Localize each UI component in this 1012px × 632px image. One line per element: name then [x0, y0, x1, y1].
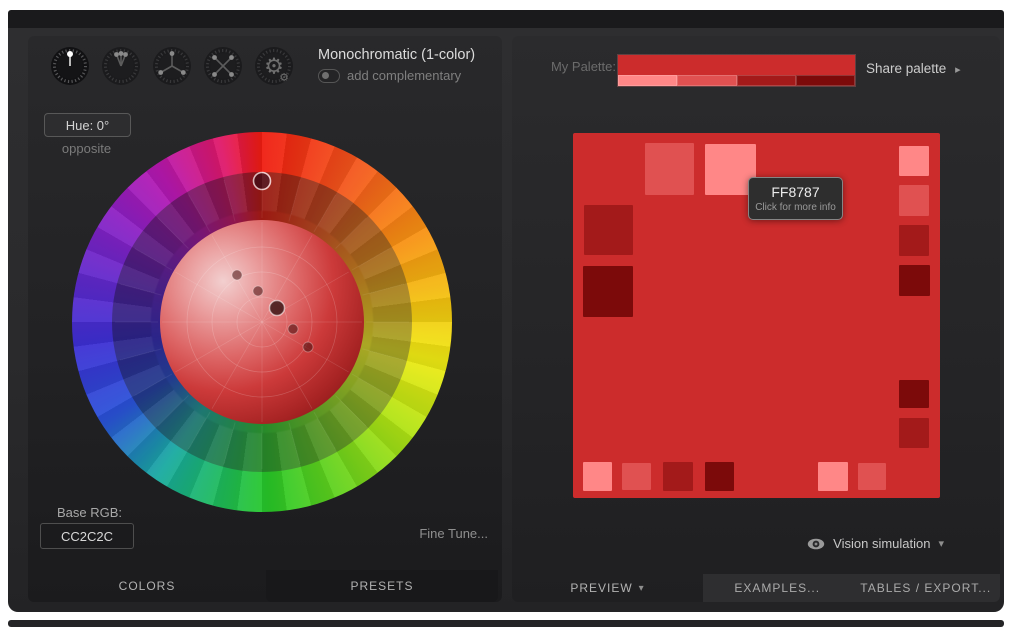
add-complementary-label: add complementary	[347, 68, 461, 83]
app-stage: ⚙ ⚙ Monochromatic (1-color) add compleme…	[0, 0, 1012, 632]
tooltip-hex-value: FF8787	[771, 184, 819, 200]
tooltip-hint: Click for more info	[755, 202, 836, 213]
wheel-grid-and-markers	[72, 132, 452, 512]
preview-swatch-light[interactable]	[583, 462, 612, 491]
left-tab-row: COLORS PRESETS	[28, 570, 502, 602]
preview-swatch-dark[interactable]	[899, 418, 929, 448]
preview-swatch-medium[interactable]	[645, 143, 694, 195]
shade-marker-main[interactable]	[270, 301, 285, 316]
tab-tables-export[interactable]: TABLES / EXPORT...	[852, 574, 1001, 602]
base-rgb-label: Base RGB:	[57, 505, 122, 520]
caret-down-icon: ▾	[639, 583, 645, 594]
shade-marker[interactable]	[253, 286, 263, 296]
caret-down-icon: ▾	[938, 537, 944, 550]
tab-preview[interactable]: PREVIEW ▾	[512, 574, 703, 602]
opposite-label[interactable]: opposite	[44, 141, 129, 156]
page-footer-bar	[8, 620, 1004, 627]
preview-swatch-medium[interactable]	[622, 463, 651, 490]
vision-simulation-label: Vision simulation	[833, 536, 930, 551]
adjacent-knob-icon[interactable]	[101, 46, 141, 86]
shade-marker[interactable]	[232, 270, 242, 280]
share-palette-label: Share palette	[866, 61, 946, 76]
preview-swatch-light[interactable]	[899, 146, 929, 176]
eye-icon	[807, 538, 825, 550]
scheme-title: Monochromatic (1-color)	[318, 47, 475, 63]
tab-colors[interactable]: COLORS	[28, 570, 266, 602]
palette-strip[interactable]	[618, 55, 855, 86]
preview-swatch-medium[interactable]	[858, 463, 886, 490]
tetrad-knob-icon[interactable]	[203, 46, 243, 86]
wheel-shade-disc[interactable]	[160, 220, 364, 424]
color-tooltip[interactable]: FF8787 Click for more info	[748, 177, 843, 220]
hue-button[interactable]: Hue: 0°	[44, 113, 131, 137]
tab-examples[interactable]: EXAMPLES...	[703, 574, 852, 602]
top-bar	[8, 10, 1004, 28]
tab-presets[interactable]: PRESETS	[266, 570, 498, 602]
shade-marker[interactable]	[303, 342, 313, 352]
arrow-right-icon: ▸	[955, 64, 961, 76]
monochromatic-knob-icon[interactable]	[50, 46, 90, 86]
palette-swatch-medium[interactable]	[677, 75, 736, 86]
preview-canvas[interactable]: FF8787 Click for more info	[573, 133, 940, 498]
scheme-knob-row: ⚙ ⚙	[50, 46, 294, 86]
preview-swatch-dark[interactable]	[663, 462, 693, 491]
share-palette-link[interactable]: Share palette ▸	[866, 61, 961, 76]
hue-marker[interactable]	[254, 173, 271, 190]
tab-preview-label: PREVIEW	[570, 581, 632, 595]
wheel-inner-ring[interactable]	[112, 172, 412, 472]
freestyle-gear-knob-icon[interactable]: ⚙ ⚙	[254, 46, 294, 86]
add-complementary-radio[interactable]	[318, 69, 340, 83]
color-wheel[interactable]	[72, 132, 452, 512]
triad-knob-icon[interactable]	[152, 46, 192, 86]
svg-text:⚙: ⚙	[279, 71, 289, 84]
base-rgb-input[interactable]	[40, 523, 134, 549]
secondary-tab-strip: EXAMPLES... TABLES / EXPORT...	[703, 574, 1000, 602]
vision-simulation-control[interactable]: Vision simulation ▾	[807, 536, 944, 551]
add-complementary-row[interactable]: add complementary	[318, 68, 461, 83]
preview-swatch-medium[interactable]	[899, 185, 929, 216]
my-palette-label: My Palette:	[544, 59, 616, 74]
palette-swatch-light[interactable]	[618, 75, 677, 86]
main-container: ⚙ ⚙ Monochromatic (1-color) add compleme…	[8, 28, 1004, 612]
preview-swatch-darkest[interactable]	[899, 265, 930, 296]
shade-marker[interactable]	[288, 324, 298, 334]
radio-dot-icon	[322, 72, 329, 79]
fine-tune-link[interactable]: Fine Tune...	[419, 526, 488, 541]
preview-swatch-darkest[interactable]	[583, 266, 633, 317]
right-tab-row: PREVIEW ▾ EXAMPLES... TABLES / EXPORT...	[512, 574, 1000, 602]
preview-swatch-darkest[interactable]	[705, 462, 734, 491]
palette-swatch-dark[interactable]	[737, 75, 796, 86]
palette-swatch-darkest[interactable]	[796, 75, 855, 86]
preview-panel: FF8787 Click for more info Vision simula…	[512, 36, 1000, 602]
palette-strip-shades	[618, 75, 855, 86]
palette-strip-main[interactable]	[618, 55, 855, 75]
preview-swatch-dark[interactable]	[899, 225, 929, 256]
scheme-panel: ⚙ ⚙ Monochromatic (1-color) add compleme…	[28, 36, 502, 602]
preview-swatch-dark[interactable]	[584, 205, 633, 255]
preview-swatch-light[interactable]	[818, 462, 848, 491]
preview-swatch-darkest[interactable]	[899, 380, 929, 408]
